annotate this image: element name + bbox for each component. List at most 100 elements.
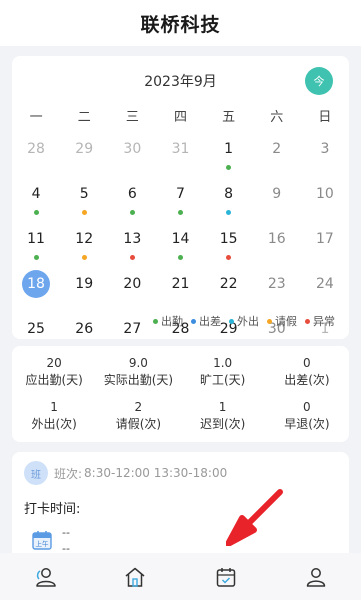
calendar-day[interactable]: 1 [205, 130, 253, 175]
status-dot [33, 210, 39, 215]
calendar-day[interactable]: 29 [60, 130, 108, 175]
calendar-day[interactable]: 10 [301, 175, 349, 220]
calendar-day-selected[interactable]: 18 [12, 265, 60, 310]
nav-profile[interactable] [271, 553, 361, 600]
stat-label: 应出勤(天) [25, 373, 83, 387]
day-number: 15 [219, 231, 238, 247]
stat-value: 20 [46, 356, 62, 370]
calendar-legend: 出勤 出差 外出 请假 异常 [153, 313, 335, 329]
day-number: 19 [75, 276, 94, 292]
calendar-day[interactable]: 30 [108, 130, 156, 175]
calendar-day[interactable]: 12 [60, 220, 108, 265]
punch-in-value: -- [62, 526, 70, 539]
day-number: 16 [267, 231, 286, 247]
stat-label: 早退(次) [284, 416, 330, 431]
day-number: 23 [267, 276, 286, 292]
calendar-day[interactable]: 6 [108, 175, 156, 220]
day-number: 21 [171, 276, 190, 292]
nav-home[interactable] [90, 553, 180, 600]
calendar-week-row: 11 12 13 14 15 16 17 [12, 220, 349, 265]
day-number: 11 [27, 231, 45, 247]
calendar-day[interactable]: 31 [156, 130, 204, 175]
calendar-day[interactable]: 21 [156, 265, 204, 310]
month-title[interactable]: 2023年9月 [12, 71, 349, 91]
day-number: 30 [123, 141, 142, 157]
calendar-day[interactable]: 28 [12, 130, 60, 175]
nav-contacts[interactable] [0, 553, 90, 600]
stat-item[interactable]: 2 请假(次) [96, 399, 180, 439]
calendar-day[interactable]: 22 [205, 265, 253, 310]
legend-dot [305, 318, 310, 324]
stat-item[interactable]: 1 外出(次) [12, 399, 96, 439]
calendar-day[interactable]: 13 [108, 220, 156, 265]
day-number: 28 [27, 141, 45, 157]
stat-value: 1 [50, 399, 58, 414]
status-dot [226, 165, 232, 170]
day-number: 7 [176, 186, 185, 202]
day-number: 9 [272, 186, 282, 202]
status-dot [226, 210, 232, 215]
app-header: 联桥科技 [0, 0, 361, 46]
legend-item: 外出 [229, 313, 259, 329]
page-title: 联桥科技 [140, 13, 221, 36]
stat-item[interactable]: 20 应出勤(天) [12, 355, 96, 395]
calendar-day[interactable]: 4 [12, 175, 60, 220]
stat-label: 出差(次) [284, 373, 330, 387]
stat-item[interactable]: 0 出差(次) [265, 355, 349, 395]
stat-item[interactable]: 0 早退(次) [265, 399, 349, 439]
today-button[interactable]: 今 [305, 67, 333, 95]
status-dot [33, 255, 39, 260]
legend-dot [267, 318, 272, 324]
stat-item[interactable]: 1.0 旷工(天) [181, 355, 265, 395]
day-number: 31 [171, 141, 190, 157]
punch-time-title: 打卡时间: [24, 502, 81, 517]
legend-dot [191, 318, 196, 324]
calendar-day[interactable]: 15 [205, 220, 253, 265]
calendar-day[interactable]: 7 [156, 175, 204, 220]
morning-calendar-icon: 上午 [32, 531, 52, 550]
stat-value: 1.0 [213, 356, 233, 370]
am-label: 上午 [36, 539, 50, 548]
legend-item: 请假 [267, 313, 297, 329]
profile-icon [306, 567, 326, 587]
calendar-day[interactable]: 17 [301, 220, 349, 265]
stat-value: 2 [134, 399, 143, 414]
day-number: 14 [171, 231, 190, 247]
home-icon [125, 567, 145, 587]
stat-value: 0 [303, 399, 311, 414]
stat-item[interactable]: 1 迟到(次) [181, 399, 265, 439]
calendar-day[interactable]: 19 [60, 265, 108, 310]
legend-item: 异常 [305, 313, 335, 329]
calendar-day[interactable]: 2 [253, 130, 301, 175]
nav-attendance[interactable] [181, 553, 271, 600]
weekday-label: 六 [270, 110, 284, 125]
weekday-label: 一 [29, 110, 43, 125]
status-dot [226, 255, 232, 260]
calendar-day[interactable]: 9 [253, 175, 301, 220]
day-number: 1 [224, 141, 234, 157]
status-dot [81, 255, 87, 260]
stat-label: 外出(次) [31, 416, 77, 431]
status-dot [129, 210, 135, 215]
calendar-day[interactable]: 23 [253, 265, 301, 310]
calendar-day[interactable]: 5 [60, 175, 108, 220]
legend-item: 出勤 [153, 313, 183, 329]
stat-item[interactable]: 9.0 实际出勤(天) [96, 355, 180, 395]
day-number: 12 [75, 231, 94, 247]
calendar-day[interactable]: 16 [253, 220, 301, 265]
legend-item: 出差 [191, 313, 221, 329]
calendar-day[interactable]: 20 [108, 265, 156, 310]
stat-value: 9.0 [128, 356, 148, 370]
calendar-day[interactable]: 3 [301, 130, 349, 175]
calendar-day[interactable]: 8 [205, 175, 253, 220]
calendar-day[interactable]: 11 [12, 220, 60, 265]
day-number: 29 [75, 141, 94, 157]
stat-label: 实际出勤(天) [103, 373, 174, 387]
weekday-label: 二 [77, 110, 91, 125]
weekday-label: 五 [222, 110, 236, 125]
weekday-label: 四 [173, 110, 187, 125]
calendar-day[interactable]: 24 [301, 265, 349, 310]
bottom-nav [0, 553, 361, 600]
calendar-day[interactable]: 14 [156, 220, 204, 265]
stat-value: 0 [303, 356, 311, 370]
